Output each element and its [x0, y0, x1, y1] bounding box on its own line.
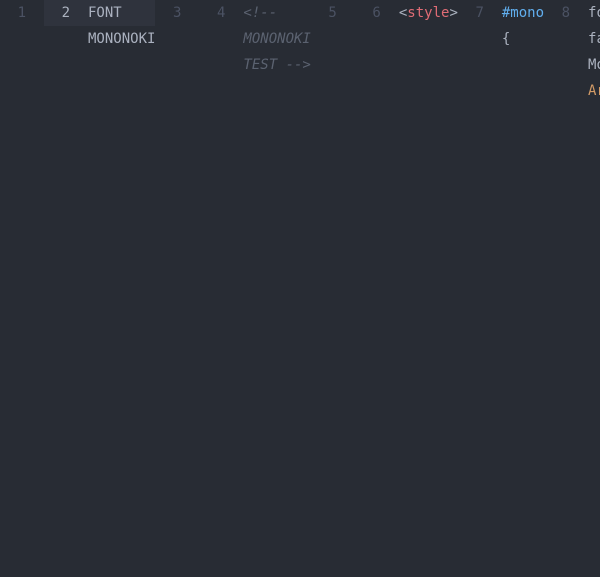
- token: >: [449, 5, 457, 21]
- code-line[interactable]: 3: [155, 0, 199, 26]
- token: font-family: [588, 5, 600, 47]
- code-line[interactable]: 5: [311, 0, 355, 26]
- code-line[interactable]: 1: [0, 0, 44, 26]
- line-number: 4: [199, 0, 237, 26]
- line-content[interactable]: <style>: [393, 0, 458, 26]
- token: <!-- MONONOKI TEST -->: [243, 5, 310, 73]
- line-content[interactable]: FONT MONONOKI: [82, 0, 155, 26]
- code-line[interactable]: 4 <!-- MONONOKI TEST -->: [199, 0, 310, 26]
- token: #mono: [502, 5, 544, 21]
- code-line[interactable]: 8 font-family: Mononoki, Arial;: [544, 0, 600, 26]
- token: {: [502, 31, 510, 47]
- line-number: 2: [44, 0, 82, 26]
- line-number: 6: [355, 0, 393, 26]
- line-number: 7: [458, 0, 496, 26]
- code-line[interactable]: 7 #mono {: [458, 0, 544, 26]
- line-number: 8: [544, 0, 582, 26]
- token: Arial: [588, 83, 600, 99]
- line-content[interactable]: <!-- MONONOKI TEST -->: [237, 0, 310, 26]
- token: Mononoki: [588, 57, 600, 73]
- line-number: 1: [0, 0, 38, 26]
- token: FONT MONONOKI: [88, 5, 155, 47]
- token: style: [407, 5, 449, 21]
- code-editor[interactable]: 12FONT MONONOKI34 <!-- MONONOKI TEST -->…: [0, 0, 600, 577]
- line-number: 3: [155, 0, 193, 26]
- line-content[interactable]: #mono {: [496, 0, 544, 26]
- code-line[interactable]: 2FONT MONONOKI: [44, 0, 155, 26]
- code-line[interactable]: 6 <style>: [355, 0, 458, 26]
- line-content[interactable]: font-family: Mononoki, Arial;: [582, 0, 600, 26]
- line-number: 5: [311, 0, 349, 26]
